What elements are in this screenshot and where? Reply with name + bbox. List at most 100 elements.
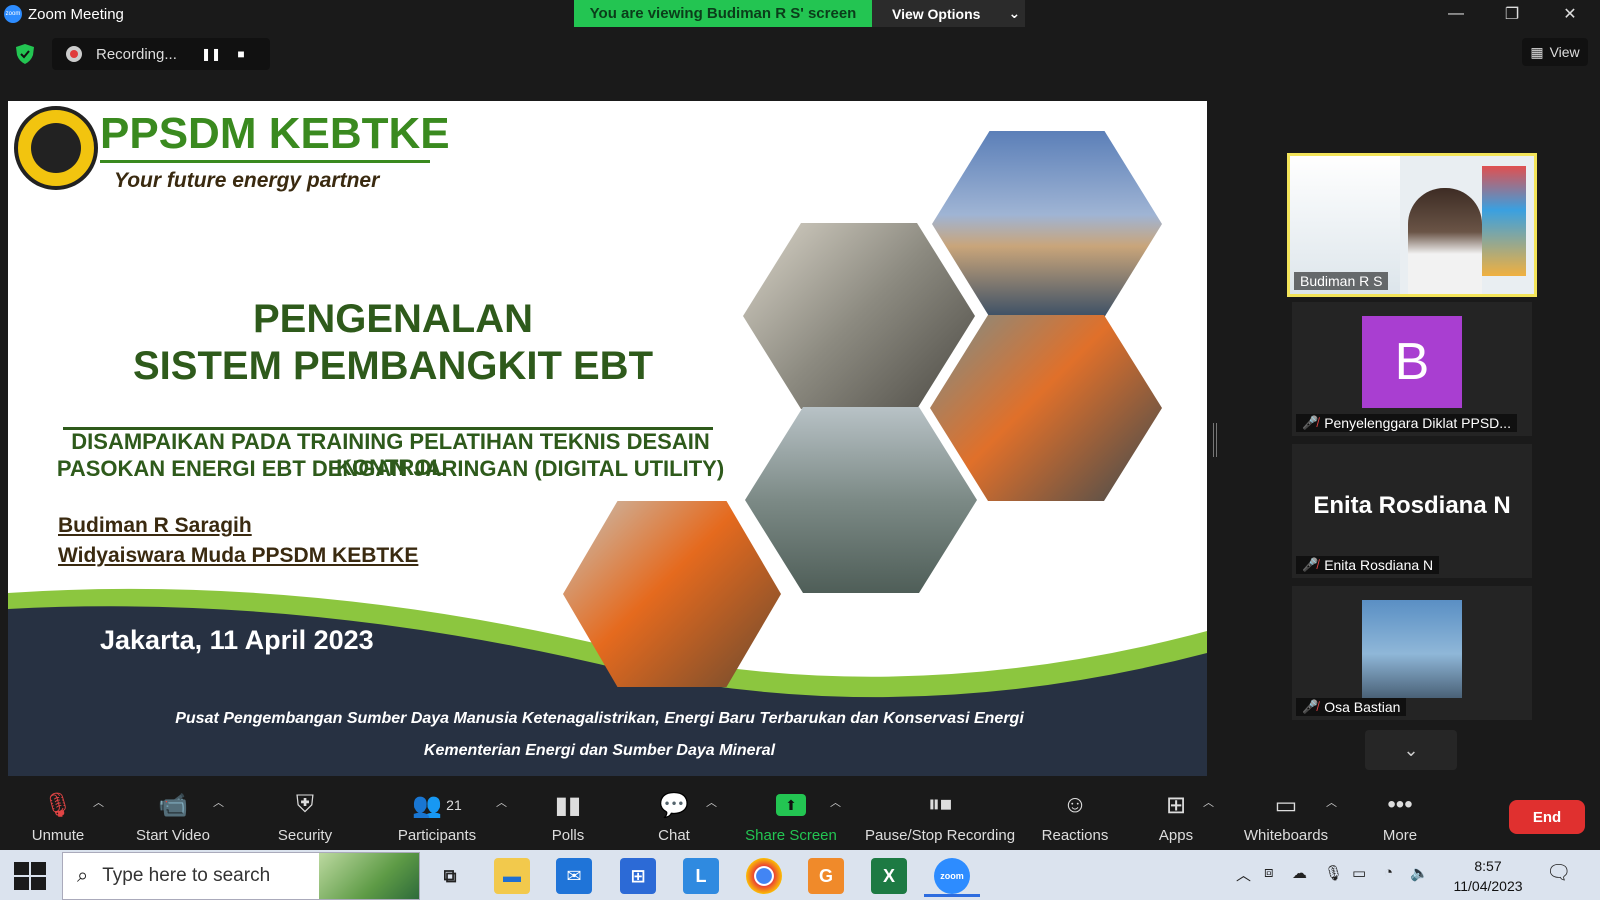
search-highlight-art [319, 853, 419, 899]
hex-photo-workers [930, 315, 1162, 501]
slide-subtitle-line2: PASOKAN ENERGI EBT DENGAN JARINGAN (DIGI… [56, 456, 725, 481]
participant-name: Budiman R S [1300, 273, 1383, 289]
chevron-down-icon: ⌄ [1403, 739, 1419, 760]
chat-button[interactable]: 💬 Chat [652, 778, 696, 850]
onedrive-cloud-icon[interactable]: ☁ [1292, 864, 1307, 882]
pause-stop-recording-label: Pause/Stop Recording [864, 827, 1016, 844]
share-options-caret[interactable]: ︿ [830, 794, 841, 810]
more-button[interactable]: ••• More [1378, 778, 1422, 850]
shared-screen: PPSDM KEBTKE Your future energy partner … [8, 101, 1207, 776]
hex-photo-classroom [743, 223, 975, 409]
participant-tile[interactable]: B 🎤̸ Penyelenggara Diklat PPSD... [1292, 302, 1532, 436]
participant-name: Osa Bastian [1324, 699, 1401, 715]
reactions-icon: ☺ [1062, 791, 1088, 818]
taskbar-clock[interactable]: 8:57 11/04/2023 [1443, 856, 1533, 896]
microphone-icon[interactable]: 🎙 [1324, 864, 1343, 882]
muted-mic-icon: 🎤̸ [1302, 557, 1319, 572]
start-video-button[interactable]: 📹 Start Video [130, 778, 216, 850]
participant-tile[interactable]: Enita Rosdiana N 🎤̸ Enita Rosdiana N [1292, 444, 1532, 578]
volume-icon[interactable]: 🔈 [1410, 864, 1429, 882]
participant-name-tag: 🎤̸ Penyelenggara Diklat PPSD... [1296, 414, 1517, 432]
reactions-button[interactable]: ☺ Reactions [1038, 778, 1112, 850]
whiteboards-button[interactable]: ▭ Whiteboards [1238, 778, 1334, 850]
apps-label: Apps [1158, 827, 1194, 844]
task-view-icon[interactable]: ⧉ [432, 858, 468, 894]
notifications-icon[interactable]: 🗨 [1546, 860, 1571, 885]
zoom-taskbar-icon[interactable]: zoom [934, 858, 970, 894]
windows-taskbar: ⌕ Type here to search ⧉ ▬ ✉ ⊞ L G X zoom… [0, 850, 1600, 900]
app-l-icon[interactable]: L [683, 858, 719, 894]
stop-recording-button[interactable]: ■ [226, 39, 256, 69]
whiteboard-icon: ▭ [1274, 791, 1298, 819]
video-options-caret[interactable]: ︿ [213, 794, 224, 810]
participants-count: 21 [446, 797, 462, 813]
participant-display-name: Enita Rosdiana N [1313, 492, 1511, 519]
participant-video-person [1408, 188, 1482, 294]
gallery-scroll-down-button[interactable]: ⌄ [1365, 730, 1457, 770]
participants-button[interactable]: 👥 21 Participants [392, 778, 482, 850]
microsoft-store-icon[interactable]: ⊞ [620, 858, 656, 894]
mail-icon[interactable]: ✉ [556, 858, 592, 894]
security-button[interactable]: ⛨ Security [270, 778, 340, 850]
share-screen-icon: ⬆ [776, 791, 806, 819]
participant-tile[interactable]: 🎤̸ Osa Bastian [1292, 586, 1532, 720]
participant-name-tag: 🎤̸ Osa Bastian [1296, 698, 1407, 716]
hex-photo-power-plant [932, 131, 1162, 317]
panel-resize-handle[interactable] [1213, 423, 1217, 457]
whiteboards-options-caret[interactable]: ︿ [1326, 794, 1337, 810]
slide-title-line1: PENGENALAN [252, 297, 534, 341]
slide-footer-line2: Kementerian Energi dan Sumber Daya Miner… [423, 742, 776, 759]
polls-icon: ▮▮ [554, 791, 582, 819]
clock-time: 8:57 [1474, 858, 1502, 874]
window-title: Zoom Meeting [28, 5, 124, 23]
polls-label: Polls [551, 827, 585, 844]
taskbar-search-box[interactable]: ⌕ Type here to search [62, 852, 420, 900]
unmute-button[interactable]: 🎙 Unmute [22, 778, 94, 850]
participant-tile-active-speaker[interactable]: Budiman R S [1287, 153, 1537, 297]
shield-icon[interactable] [16, 44, 34, 64]
meeting-toolbar: 🎙 Unmute ︿ 📹 Start Video ︿ ⛨ Security 👥 2… [0, 778, 1600, 850]
slide-tagline: Your future energy partner [114, 169, 380, 192]
recording-dot-icon [66, 46, 82, 62]
participants-icon: 👥 21 [412, 791, 462, 819]
whiteboards-label: Whiteboards [1243, 827, 1329, 844]
meet-now-icon[interactable]: ⧈ [1264, 864, 1274, 881]
restore-button[interactable]: ❐ [1484, 0, 1540, 28]
chevron-up-icon[interactable]: ︿ [1236, 864, 1251, 885]
audio-options-caret[interactable]: ︿ [93, 794, 104, 810]
participants-label: Participants [397, 827, 477, 844]
excel-icon[interactable]: X [871, 858, 907, 894]
chrome-icon[interactable] [746, 858, 782, 894]
wifi-icon[interactable]: ◔ [1384, 864, 1393, 881]
end-meeting-button[interactable]: End [1509, 800, 1585, 834]
shield-icon: ⛨ [296, 791, 314, 818]
battery-icon[interactable]: ▭ [1352, 864, 1366, 882]
apps-options-caret[interactable]: ︿ [1203, 794, 1214, 810]
close-button[interactable]: ✕ [1542, 0, 1598, 28]
polls-button[interactable]: ▮▮ Polls [544, 778, 592, 850]
file-explorer-icon[interactable]: ▬ [494, 858, 530, 894]
muted-mic-icon: 🎙 [42, 791, 74, 819]
chat-options-caret[interactable]: ︿ [706, 794, 717, 810]
unmute-label: Unmute [31, 827, 85, 844]
pause-stop-recording-button[interactable]: ⏸⏹ Pause/Stop Recording [862, 778, 1018, 850]
start-video-label: Start Video [136, 827, 210, 844]
apps-button[interactable]: ⊞ Apps [1156, 778, 1196, 850]
view-options-button[interactable]: View Options ⌄ [872, 0, 1025, 27]
participant-photo [1362, 600, 1462, 698]
share-screen-button[interactable]: ⬆ Share Screen [742, 778, 840, 850]
zoom-app-icon: zoom [4, 5, 22, 23]
pause-recording-button[interactable]: ❚❚ [196, 39, 226, 69]
slide-presenter: Budiman R Saragih [58, 514, 252, 537]
view-button[interactable]: ▦ View [1522, 38, 1588, 66]
view-button-label: View [1549, 44, 1580, 60]
participants-options-caret[interactable]: ︿ [496, 794, 507, 810]
share-screen-label: Share Screen [745, 827, 837, 844]
search-icon: ⌕ [77, 864, 89, 887]
pdf-app-icon[interactable]: G [808, 858, 844, 894]
minimize-button[interactable]: — [1428, 0, 1484, 28]
windows-start-icon[interactable] [14, 862, 46, 890]
participant-name-tag: 🎤̸ Enita Rosdiana N [1296, 556, 1440, 574]
search-placeholder: Type here to search [102, 865, 271, 886]
view-layout-icon: ▦ [1530, 43, 1544, 60]
